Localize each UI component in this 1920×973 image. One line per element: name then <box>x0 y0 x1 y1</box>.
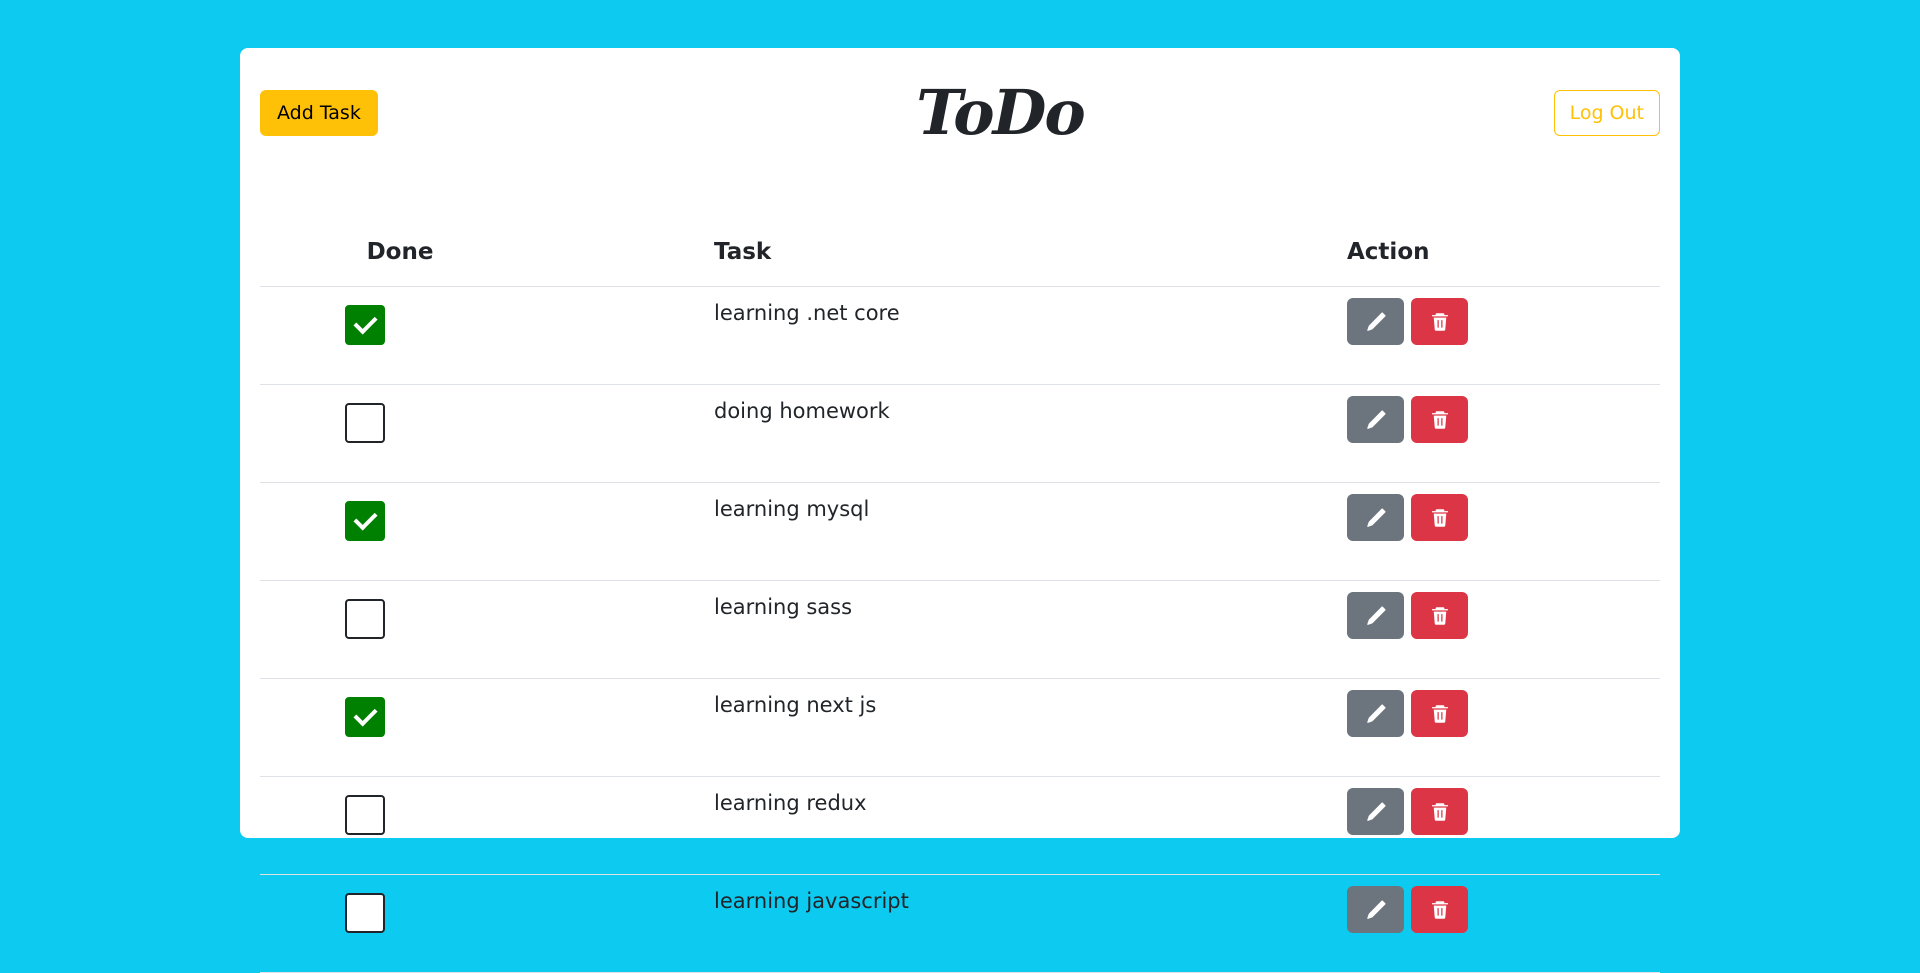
edit-button[interactable] <box>1347 690 1404 737</box>
action-cell <box>1347 874 1660 973</box>
delete-button[interactable] <box>1411 396 1468 443</box>
task-text: learning redux <box>714 776 1347 875</box>
table-header-row: Done Task Action <box>260 218 1660 287</box>
delete-button[interactable] <box>1411 494 1468 541</box>
done-checkbox[interactable] <box>345 403 385 443</box>
done-checkbox[interactable] <box>345 697 385 737</box>
edit-button[interactable] <box>1347 298 1404 345</box>
table-row: learning .net core <box>260 286 1660 385</box>
column-header-done: Done <box>260 218 714 287</box>
action-cell <box>1347 482 1660 581</box>
done-cell <box>260 874 714 973</box>
table-row: learning javascript <box>260 874 1660 973</box>
delete-button[interactable] <box>1411 788 1468 835</box>
task-text: learning mysql <box>714 482 1347 581</box>
done-cell <box>260 678 714 777</box>
edit-button[interactable] <box>1347 886 1404 933</box>
done-checkbox[interactable] <box>345 501 385 541</box>
delete-button[interactable] <box>1411 592 1468 639</box>
app-logo: ToDo <box>916 76 1086 149</box>
action-cell <box>1347 776 1660 875</box>
delete-button[interactable] <box>1411 298 1468 345</box>
column-header-task: Task <box>714 218 1347 287</box>
done-checkbox[interactable] <box>345 795 385 835</box>
done-checkbox[interactable] <box>345 599 385 639</box>
done-cell <box>260 384 714 483</box>
done-cell <box>260 580 714 679</box>
edit-button[interactable] <box>1347 592 1404 639</box>
action-cell <box>1347 678 1660 777</box>
add-task-button[interactable]: Add Task <box>260 90 378 136</box>
action-cell <box>1347 384 1660 483</box>
table-row: learning next js <box>260 678 1660 777</box>
task-text: doing homework <box>714 384 1347 483</box>
task-list: learning .net core doing homework learning… <box>260 286 1660 973</box>
task-text: learning .net core <box>714 286 1347 385</box>
table-row: learning sass <box>260 580 1660 679</box>
edit-button[interactable] <box>1347 788 1404 835</box>
done-cell <box>260 776 714 875</box>
task-text: learning javascript <box>714 874 1347 973</box>
logout-button[interactable]: Log Out <box>1553 90 1660 136</box>
header: Add Task ToDo Log Out <box>260 78 1660 148</box>
done-checkbox[interactable] <box>345 305 385 345</box>
edit-button[interactable] <box>1347 396 1404 443</box>
task-text: learning next js <box>714 678 1347 777</box>
checkmark-icon <box>353 310 378 335</box>
done-cell <box>260 286 714 385</box>
done-cell <box>260 482 714 581</box>
table-row: doing homework <box>260 384 1660 483</box>
todo-card: Add Task ToDo Log Out Done Task Action l… <box>240 48 1680 973</box>
delete-button[interactable] <box>1411 886 1468 933</box>
delete-button[interactable] <box>1411 690 1468 737</box>
done-checkbox[interactable] <box>345 893 385 933</box>
action-cell <box>1347 580 1660 679</box>
table-row: learning mysql <box>260 482 1660 581</box>
action-cell <box>1347 286 1660 385</box>
task-table: Done Task Action learning .net core doing… <box>260 218 1660 973</box>
checkmark-icon <box>353 702 378 727</box>
checkmark-icon <box>353 506 378 531</box>
table-row: learning redux <box>260 776 1660 875</box>
task-text: learning sass <box>714 580 1347 679</box>
edit-button[interactable] <box>1347 494 1404 541</box>
column-header-action: Action <box>1347 218 1660 287</box>
